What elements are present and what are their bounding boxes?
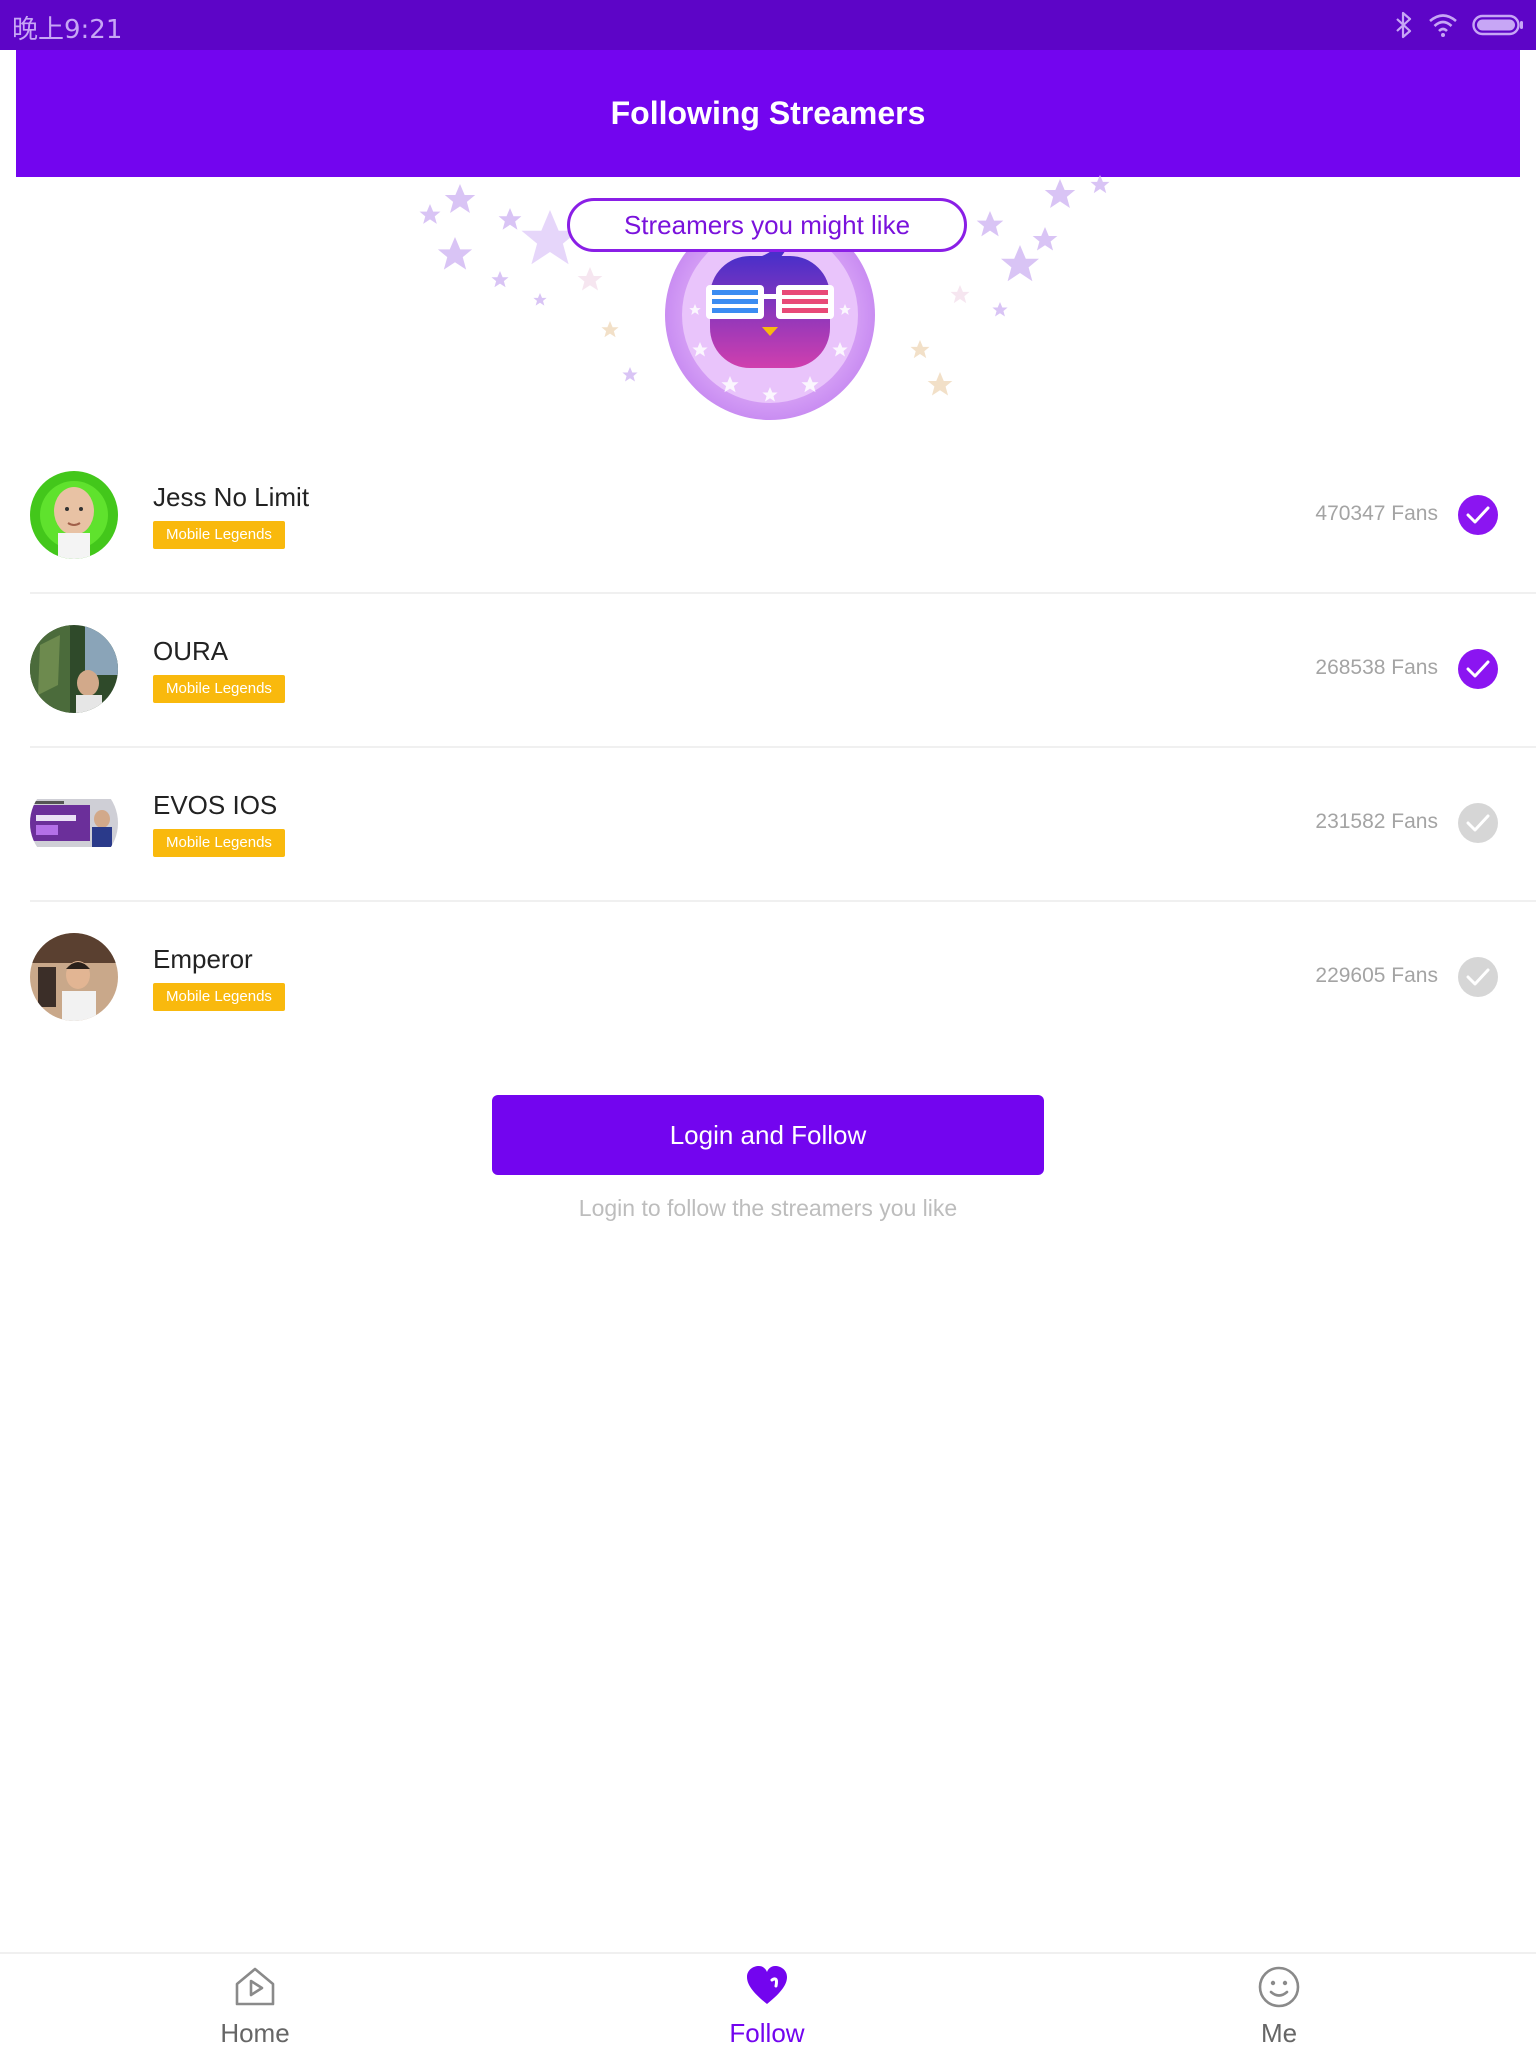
avatar: [30, 933, 118, 1021]
avatar: [30, 779, 118, 867]
check-icon[interactable]: [1458, 803, 1498, 843]
list-item[interactable]: Jess No Limit Mobile Legends 470347 Fans: [0, 440, 1536, 594]
page-title: Following Streamers: [610, 95, 926, 131]
game-badge: Mobile Legends: [153, 983, 285, 1011]
check-icon[interactable]: [1458, 957, 1498, 997]
list-item[interactable]: Emperor Mobile Legends 229605 Fans: [0, 902, 1536, 1056]
bluetooth-icon: [1396, 11, 1412, 39]
list-item[interactable]: EVOS IOS Mobile Legends 231582 Fans: [0, 748, 1536, 902]
nav-item-me[interactable]: Me: [1179, 1964, 1379, 2048]
hero-illustration: Streamers you might like: [400, 170, 1120, 450]
nav-label-follow: Follow: [729, 2018, 805, 2048]
login-hint: Login to follow the streamers you like: [578, 1195, 958, 1221]
game-badge: Mobile Legends: [153, 829, 285, 857]
fans-count: 229605 Fans: [1315, 964, 1438, 987]
fans-count: 231582 Fans: [1315, 810, 1438, 833]
nav-label-home: Home: [220, 2018, 290, 2048]
login-and-follow-button[interactable]: Login and Follow: [492, 1095, 1044, 1175]
header: Following Streamers: [16, 50, 1520, 177]
streamer-name: EVOS IOS: [153, 790, 278, 820]
status-time: 晚上9:21: [12, 15, 123, 45]
bottom-nav: Home Follow Me: [0, 1952, 1536, 2048]
smiley-icon: [1258, 1966, 1300, 2008]
wifi-icon: [1429, 14, 1457, 37]
game-badge: Mobile Legends: [153, 521, 285, 549]
streamer-name: OURA: [153, 636, 229, 666]
check-icon[interactable]: [1458, 495, 1498, 535]
avatar: [30, 471, 118, 559]
recommend-bubble: Streamers you might like: [567, 198, 967, 252]
heart-icon: [747, 1966, 787, 2004]
nav-item-home[interactable]: Home: [155, 1964, 355, 2048]
streamer-name: Jess No Limit: [153, 482, 310, 512]
home-icon: [235, 1967, 275, 2006]
streamer-name: Emperor: [153, 944, 253, 974]
nav-label-me: Me: [1260, 2018, 1298, 2048]
check-icon[interactable]: [1458, 649, 1498, 689]
fans-count: 470347 Fans: [1315, 502, 1438, 525]
battery-icon: [1472, 14, 1523, 36]
status-icons: [1394, 10, 1524, 40]
list-item[interactable]: OURA Mobile Legends 268538 Fans: [0, 594, 1536, 748]
avatar: [30, 625, 118, 713]
status-bar: 晚上9:21: [0, 0, 1536, 50]
game-badge: Mobile Legends: [153, 675, 285, 703]
fans-count: 268538 Fans: [1315, 656, 1438, 679]
nav-item-follow[interactable]: Follow: [667, 1964, 867, 2048]
